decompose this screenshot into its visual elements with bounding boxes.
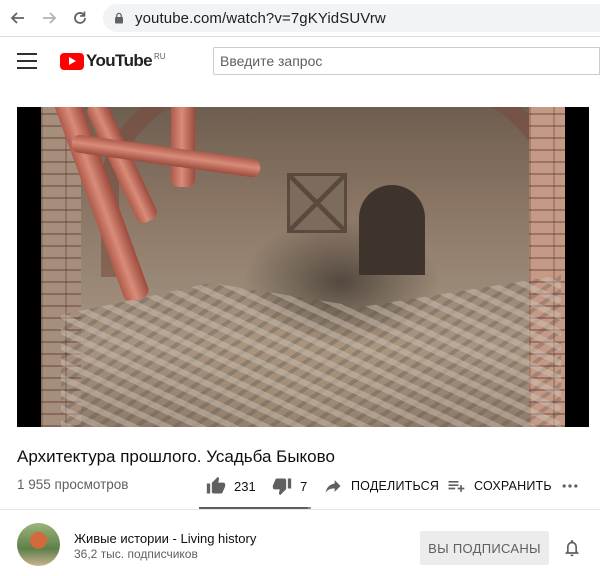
video-player[interactable]: [17, 107, 589, 427]
back-button[interactable]: [5, 5, 31, 31]
search-input[interactable]: [213, 47, 600, 75]
share-icon: [325, 480, 341, 493]
pipe: [171, 107, 195, 187]
reload-button[interactable]: [67, 5, 93, 31]
forward-arrow-icon: [43, 12, 57, 24]
youtube-logo[interactable]: YouTube RU: [60, 51, 166, 71]
browser-toolbar: youtube.com/watch?v=7gKYidSUVrw: [0, 0, 600, 36]
dislike-count: 7: [300, 478, 308, 494]
section-divider: [0, 509, 600, 510]
share-label: ПОДЕЛИТЬСЯ: [351, 479, 440, 493]
address-bar[interactable]: youtube.com/watch?v=7gKYidSUVrw: [103, 4, 600, 32]
thumb-down-icon: [272, 478, 292, 496]
more-actions-button[interactable]: [560, 474, 580, 498]
youtube-header: YouTube RU: [0, 37, 600, 85]
share-button[interactable]: ПОДЕЛИТЬСЯ: [323, 474, 439, 498]
youtube-logo-icon: [60, 52, 84, 70]
menu-icon[interactable]: [14, 49, 40, 73]
back-arrow-icon: [10, 12, 24, 24]
like-button[interactable]: 231: [206, 474, 256, 498]
lock-icon: [115, 12, 123, 24]
channel-name[interactable]: Живые истории - Living history: [74, 531, 256, 546]
forward-button[interactable]: [36, 5, 62, 31]
channel-avatar[interactable]: [17, 523, 60, 566]
more-icon: [562, 484, 578, 488]
playlist-add-icon: [448, 481, 465, 492]
logo-region: RU: [154, 51, 166, 61]
subscribed-button[interactable]: ВЫ ПОДПИСАНЫ: [420, 531, 549, 565]
save-label: СОХРАНИТЬ: [474, 479, 552, 493]
dislike-button[interactable]: 7: [272, 474, 307, 498]
arch-doorway: [359, 185, 425, 275]
thumb-up-icon: [206, 476, 226, 494]
bell-icon[interactable]: [562, 538, 582, 558]
subscriber-count: 36,2 тыс. подписчиков: [74, 547, 198, 561]
url-text: youtube.com/watch?v=7gKYidSUVrw: [135, 9, 386, 27]
video-title: Архитектура прошлого. Усадьба Быково: [17, 447, 335, 466]
view-count: 1 955 просмотров: [17, 477, 129, 492]
window-grate: [287, 173, 347, 233]
like-count: 231: [234, 478, 256, 494]
save-button[interactable]: СОХРАНИТЬ: [446, 474, 552, 498]
reload-icon: [74, 11, 86, 24]
video-frame: [41, 107, 565, 427]
logo-text: YouTube: [86, 51, 153, 70]
